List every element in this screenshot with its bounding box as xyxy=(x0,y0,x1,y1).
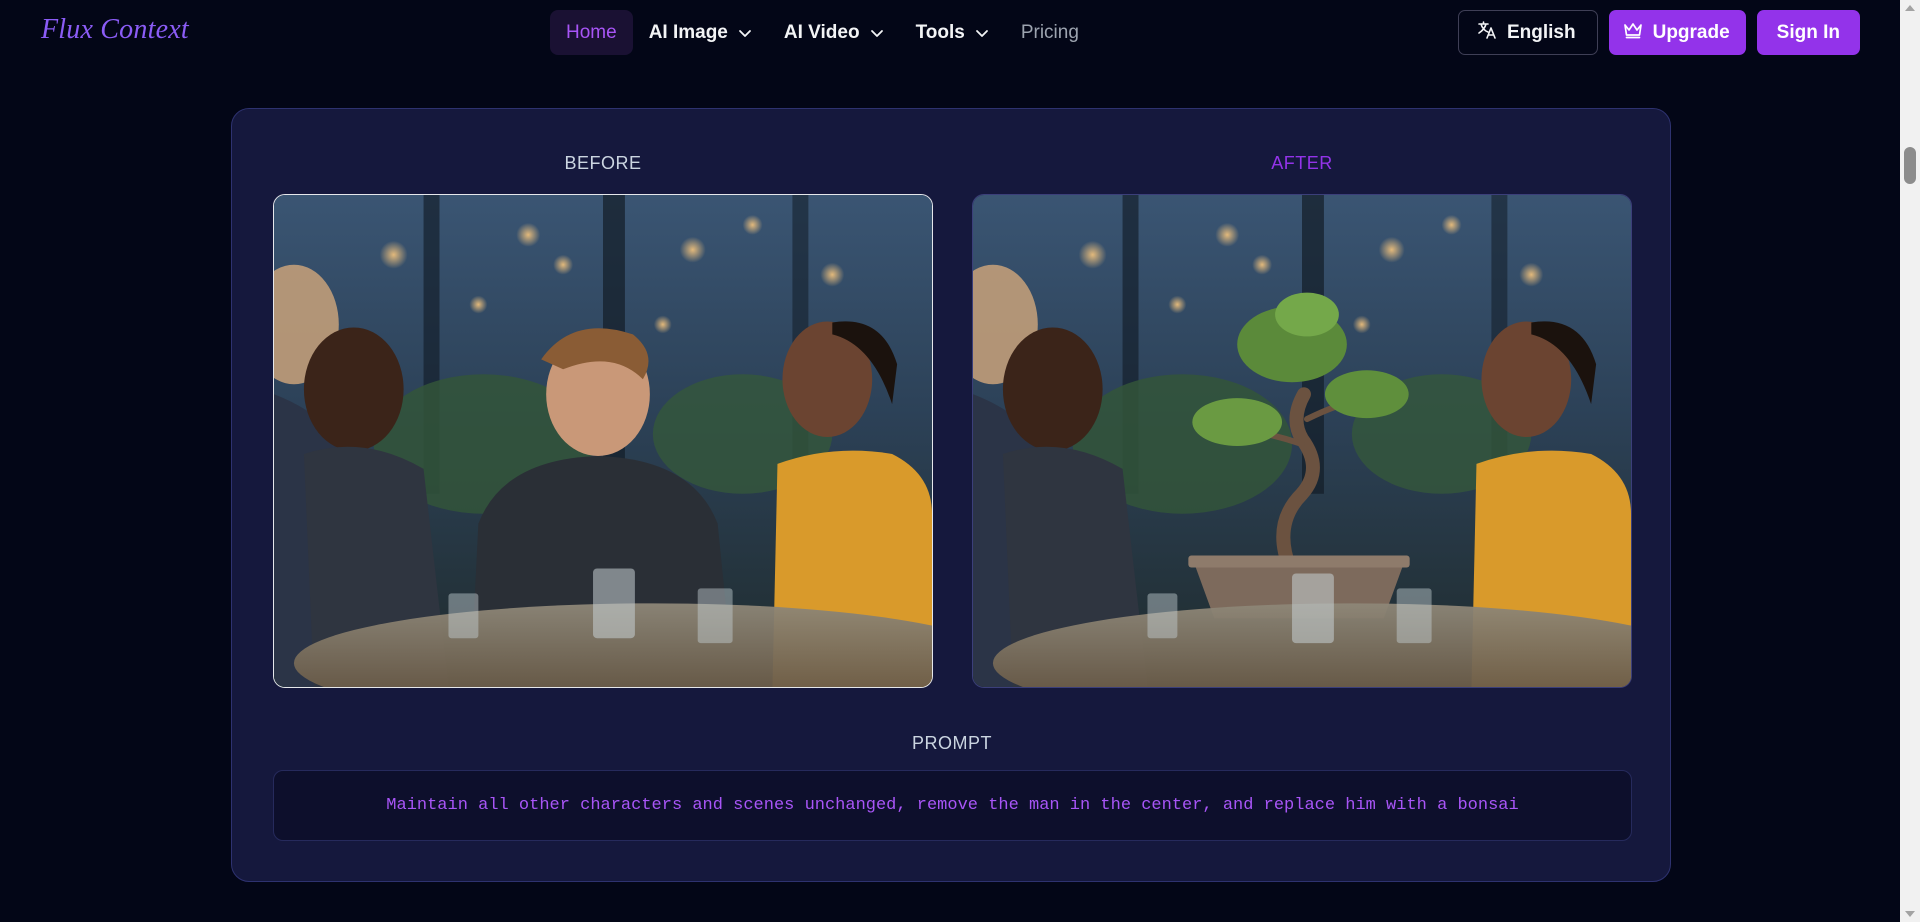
page: Flux Context Home AI Image AI Video Tool… xyxy=(0,0,1920,922)
before-image xyxy=(273,194,933,688)
nav-item-label: Pricing xyxy=(1020,21,1079,43)
before-after-card: BEFORE AFTER PROMPT Maintain all other c… xyxy=(231,108,1671,882)
sign-in-button[interactable]: Sign In xyxy=(1756,10,1860,55)
prompt-label: PROMPT xyxy=(911,733,992,753)
nav-item-label: AI Video xyxy=(783,21,860,43)
nav-item-label: AI Image xyxy=(648,21,728,43)
scroll-down-arrow-icon[interactable] xyxy=(1905,911,1915,917)
page-scrollbar[interactable] xyxy=(1900,0,1920,922)
chevron-down-icon xyxy=(870,26,884,40)
chevron-down-icon xyxy=(738,26,752,40)
nav-item-pricing[interactable]: Pricing xyxy=(1005,10,1095,55)
crown-icon xyxy=(1623,21,1643,45)
nav-item-ai-image[interactable]: AI Image xyxy=(633,10,768,55)
after-label: AFTER xyxy=(1271,153,1333,173)
scrollbar-thumb[interactable] xyxy=(1904,147,1916,184)
sign-in-label: Sign In xyxy=(1776,21,1840,43)
language-label: English xyxy=(1506,21,1576,43)
after-image xyxy=(972,194,1632,688)
header-actions: English Upgrade Sign In xyxy=(1457,10,1860,55)
upgrade-label: Upgrade xyxy=(1652,21,1730,43)
nav-item-label: Home xyxy=(566,21,617,43)
logo[interactable]: Flux Context xyxy=(41,14,189,46)
nav-item-label: Tools xyxy=(915,21,965,43)
language-button[interactable]: English xyxy=(1457,10,1598,55)
nav-item-ai-video[interactable]: AI Video xyxy=(768,10,900,55)
prompt-box: Maintain all other characters and scenes… xyxy=(273,770,1632,841)
nav-item-tools[interactable]: Tools xyxy=(900,10,1005,55)
nav-item-home[interactable]: Home xyxy=(550,10,633,55)
upgrade-button[interactable]: Upgrade xyxy=(1608,10,1746,55)
prompt-text: Maintain all other characters and scenes… xyxy=(386,796,1519,815)
main-nav: Home AI Image AI Video Tools Pricing xyxy=(550,10,1095,55)
before-label: BEFORE xyxy=(564,153,642,173)
top-header: Flux Context Home AI Image AI Video Tool… xyxy=(0,0,1900,66)
translate-icon xyxy=(1477,20,1497,46)
chevron-down-icon xyxy=(975,26,989,40)
scroll-up-arrow-icon[interactable] xyxy=(1905,5,1915,11)
